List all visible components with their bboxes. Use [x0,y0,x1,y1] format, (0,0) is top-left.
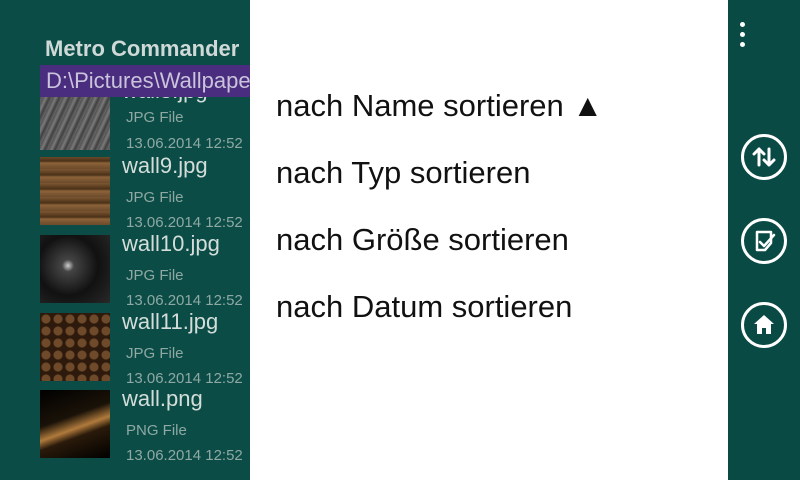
home-icon [754,315,774,334]
file-type: JPG File [126,267,184,284]
sort-menu: nach Name sortieren ▲ nach Typ sortieren… [250,0,728,480]
file-type: PNG File [126,422,187,439]
file-name: wall11.jpg [122,309,219,334]
sort-by-date-item[interactable]: nach Datum sortieren [276,289,572,325]
sort-by-name-item[interactable]: nach Name sortieren ▲ [276,88,603,124]
file-date: 13.06.2014 12:52 [126,292,243,309]
file-type: JPG File [126,189,184,206]
sort-by-type-item[interactable]: nach Typ sortieren [276,155,530,191]
path-bar[interactable]: D:\Pictures\Wallpapers [40,65,250,97]
more-dots-icon[interactable] [735,22,749,54]
sort-by-size-item[interactable]: nach Größe sortieren [276,222,569,258]
file-date: 13.06.2014 12:52 [126,135,243,152]
file-thumbnail [40,235,110,303]
file-thumbnail [40,313,110,381]
file-list-panel: wall8.jpg JPG File 13.06.2014 12:52 wall… [0,0,250,480]
file-date: 13.06.2014 12:52 [126,447,243,464]
file-date: 13.06.2014 12:52 [126,214,243,231]
file-thumbnail [40,157,110,225]
file-type: JPG File [126,345,184,362]
list-item[interactable]: wall9.jpg JPG File 13.06.2014 12:52 [40,153,250,235]
file-thumbnail [40,390,110,458]
app-title: Metro Commander [45,36,240,61]
list-item[interactable]: wall.png PNG File 13.06.2014 12:52 [40,386,250,468]
list-item[interactable]: wall10.jpg JPG File 13.06.2014 12:52 [40,231,250,313]
select-check-icon [755,230,776,252]
list-item[interactable]: wall11.jpg JPG File 13.06.2014 12:52 [40,309,250,391]
file-name: wall10.jpg [122,231,220,256]
file-type: JPG File [126,109,184,126]
file-date: 13.06.2014 12:52 [126,370,243,387]
select-button[interactable] [741,218,787,264]
file-name: wall.png [122,386,203,411]
app-bar [728,0,800,480]
sort-button[interactable] [741,134,787,180]
home-button[interactable] [741,302,787,348]
sort-arrows-icon [752,147,776,167]
file-name: wall9.jpg [122,153,208,178]
